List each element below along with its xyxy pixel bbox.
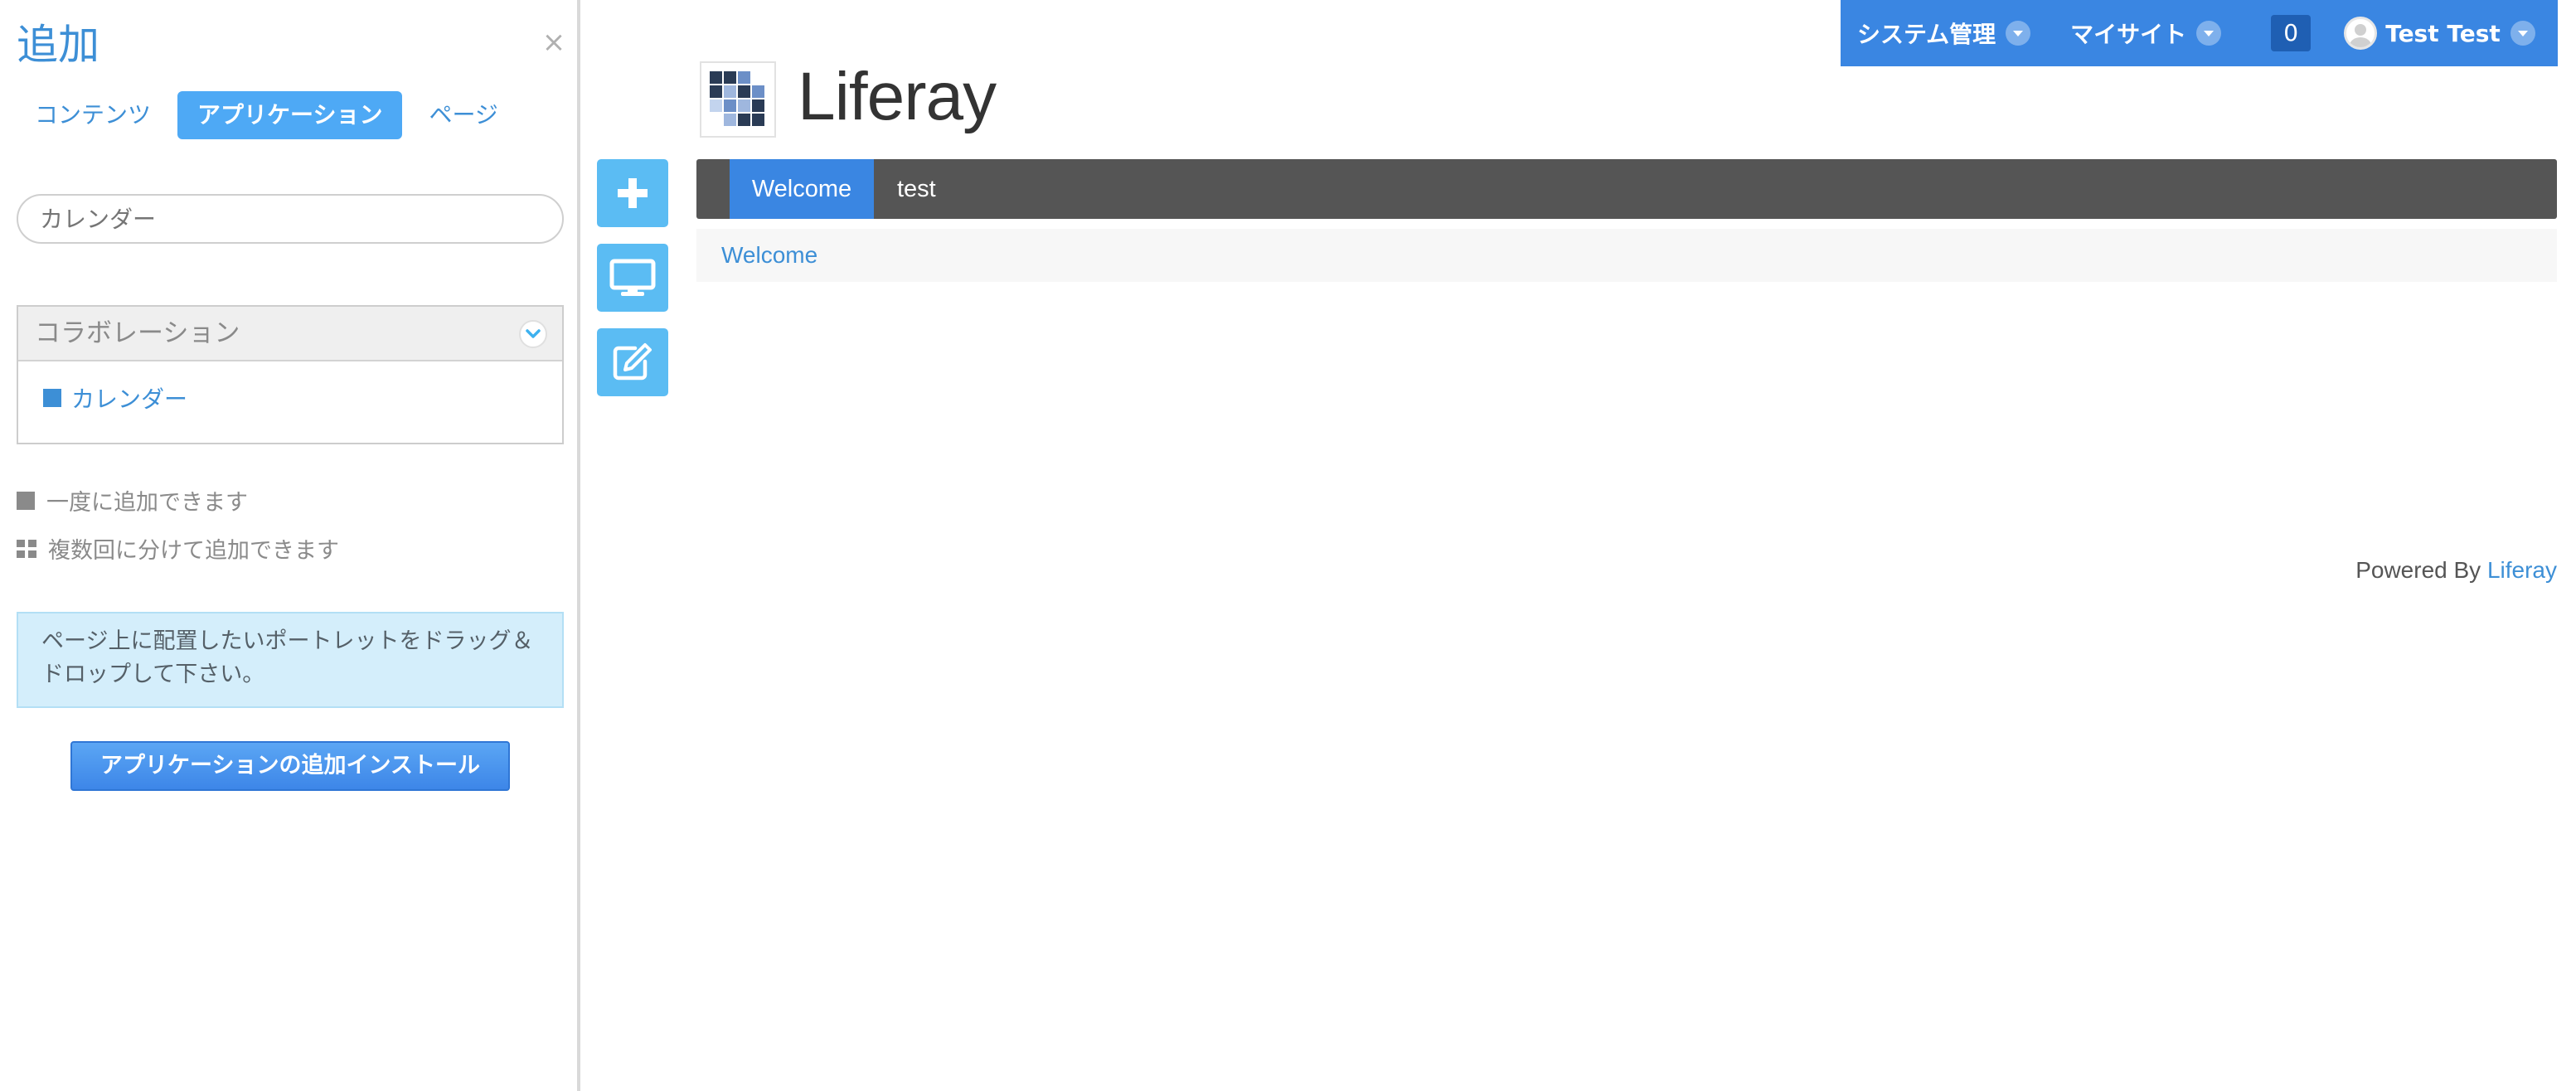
caret-down-icon xyxy=(2510,21,2535,46)
edit-icon xyxy=(613,343,652,381)
footer-liferay-link[interactable]: Liferay xyxy=(2487,557,2557,583)
search-input[interactable] xyxy=(17,194,564,244)
plus-icon xyxy=(618,178,648,208)
my-sites-label: マイサイト xyxy=(2070,21,2187,48)
notification-count-badge[interactable]: 0 xyxy=(2271,15,2312,51)
caret-down-icon xyxy=(2006,21,2031,46)
tab-page[interactable]: ページ xyxy=(424,91,517,139)
multi-instance-icon xyxy=(17,539,36,558)
add-button[interactable] xyxy=(597,159,668,227)
single-instance-icon xyxy=(43,389,61,407)
portlet-item-label: カレンダー xyxy=(71,385,188,413)
admin-menu[interactable]: システム管理 xyxy=(1857,17,2031,50)
category-header[interactable]: コラボレーション xyxy=(18,307,562,361)
user-name: Test Test xyxy=(2385,19,2501,47)
caret-down-icon xyxy=(2196,21,2222,46)
install-more-applications-button[interactable]: アプリケーションの追加インストール xyxy=(70,741,510,791)
dockbar: システム管理 マイサイト 0 Test Test xyxy=(1841,0,2558,66)
legend-single-label: 一度に追加できます xyxy=(46,490,248,516)
panel-title: 追加 xyxy=(17,21,99,69)
admin-menu-label: システム管理 xyxy=(1857,21,1996,48)
tab-content[interactable]: コンテンツ xyxy=(17,91,156,139)
portlet-item-calendar[interactable]: カレンダー xyxy=(43,381,187,415)
category-panel: コラボレーション カレンダー xyxy=(17,305,564,444)
navigation-bar: Welcome test xyxy=(696,159,2557,219)
chevron-down-icon[interactable] xyxy=(519,320,547,348)
legend-single: 一度に追加できます xyxy=(17,484,248,516)
nav-item-test[interactable]: test xyxy=(897,159,936,219)
single-instance-icon xyxy=(17,491,35,510)
legend-multi: 複数回に分けて追加できます xyxy=(17,532,339,565)
preview-button[interactable] xyxy=(597,244,668,312)
breadcrumb: Welcome xyxy=(696,229,2557,282)
desktop-monitor-icon xyxy=(609,259,656,296)
category-title: コラボレーション xyxy=(35,318,240,348)
user-menu[interactable]: Test Test xyxy=(2344,17,2535,50)
panel-tabs: コンテンツ アプリケーション ページ xyxy=(17,91,518,139)
site-logo-icon[interactable] xyxy=(700,61,776,138)
add-panel: 追加 × コンテンツ アプリケーション ページ コラボレーション カレンダー 一… xyxy=(0,0,580,1091)
breadcrumb-welcome-link[interactable]: Welcome xyxy=(721,242,817,268)
legend-multi-label: 複数回に分けて追加できます xyxy=(48,538,339,564)
nav-item-welcome[interactable]: Welcome xyxy=(730,159,874,219)
footer-prefix: Powered By xyxy=(2355,557,2481,583)
tab-applications[interactable]: アプリケーション xyxy=(177,91,403,139)
edit-controls-button[interactable] xyxy=(597,328,668,396)
site-name[interactable]: Liferay xyxy=(798,51,997,143)
footer: Powered By Liferay xyxy=(2355,557,2557,584)
info-message: ページ上に配置したいポートレットをドラッグ＆ドロップして下さい。 xyxy=(17,612,564,708)
close-icon[interactable]: × xyxy=(541,28,567,56)
my-sites-menu[interactable]: マイサイト xyxy=(2070,17,2222,50)
avatar xyxy=(2344,17,2378,50)
